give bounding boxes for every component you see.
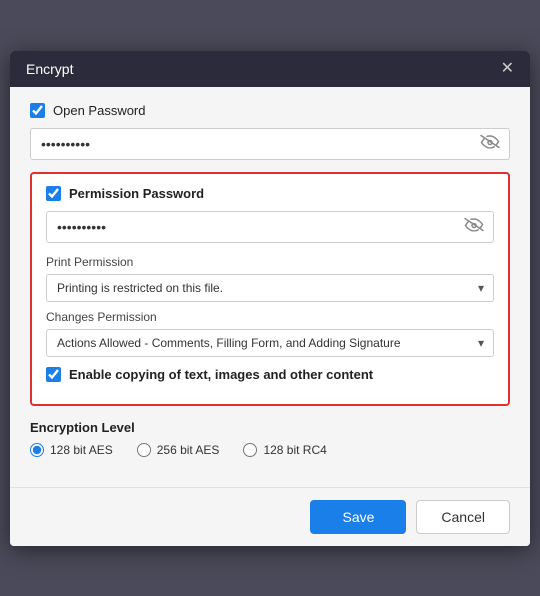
print-permission-label: Print Permission bbox=[46, 255, 494, 269]
print-permission-select[interactable]: Printing is restricted on this file. Low… bbox=[46, 274, 494, 302]
radio-128rc4[interactable] bbox=[243, 443, 257, 457]
open-password-input[interactable] bbox=[30, 128, 510, 160]
dialog-title: Encrypt bbox=[26, 61, 73, 77]
radio-128aes-label[interactable]: 128 bit AES bbox=[30, 443, 113, 457]
permission-password-checkbox[interactable] bbox=[46, 186, 61, 201]
dialog-body: Open Password Permission Password bbox=[10, 87, 530, 487]
encryption-level-label: Encryption Level bbox=[30, 420, 510, 435]
permission-password-eye-icon[interactable] bbox=[464, 217, 484, 236]
encryption-level-section: Encryption Level 128 bit AES 256 bit AES… bbox=[30, 420, 510, 457]
encrypt-dialog: Encrypt ✕ Open Password bbox=[10, 51, 530, 546]
dialog-footer: Save Cancel bbox=[10, 487, 530, 546]
close-button[interactable]: ✕ bbox=[501, 61, 514, 77]
cancel-button[interactable]: Cancel bbox=[416, 500, 510, 534]
changes-permission-select-wrapper: No changes allowed. Actions Allowed - Co… bbox=[46, 329, 494, 357]
permission-password-label[interactable]: Permission Password bbox=[46, 186, 494, 201]
print-permission-select-wrapper: Printing is restricted on this file. Low… bbox=[46, 274, 494, 302]
radio-256aes[interactable] bbox=[137, 443, 151, 457]
dialog-header: Encrypt ✕ bbox=[10, 51, 530, 87]
copy-content-row: Enable copying of text, images and other… bbox=[46, 367, 494, 382]
open-password-row: Open Password bbox=[30, 103, 510, 118]
radio-256aes-label[interactable]: 256 bit AES bbox=[137, 443, 220, 457]
radio-128aes[interactable] bbox=[30, 443, 44, 457]
permission-password-input[interactable] bbox=[46, 211, 494, 243]
radio-128rc4-label[interactable]: 128 bit RC4 bbox=[243, 443, 326, 457]
open-password-label[interactable]: Open Password bbox=[30, 103, 146, 118]
changes-permission-label: Changes Permission bbox=[46, 310, 494, 324]
open-password-field bbox=[30, 128, 510, 160]
open-password-eye-icon[interactable] bbox=[480, 134, 500, 153]
save-button[interactable]: Save bbox=[310, 500, 406, 534]
copy-content-label[interactable]: Enable copying of text, images and other… bbox=[46, 367, 494, 382]
changes-permission-select[interactable]: No changes allowed. Actions Allowed - Co… bbox=[46, 329, 494, 357]
permission-password-box: Permission Password Print Permission bbox=[30, 172, 510, 406]
open-password-checkbox[interactable] bbox=[30, 103, 45, 118]
permission-password-field bbox=[46, 211, 494, 243]
encryption-radio-group: 128 bit AES 256 bit AES 128 bit RC4 bbox=[30, 443, 510, 457]
copy-content-checkbox[interactable] bbox=[46, 367, 61, 382]
